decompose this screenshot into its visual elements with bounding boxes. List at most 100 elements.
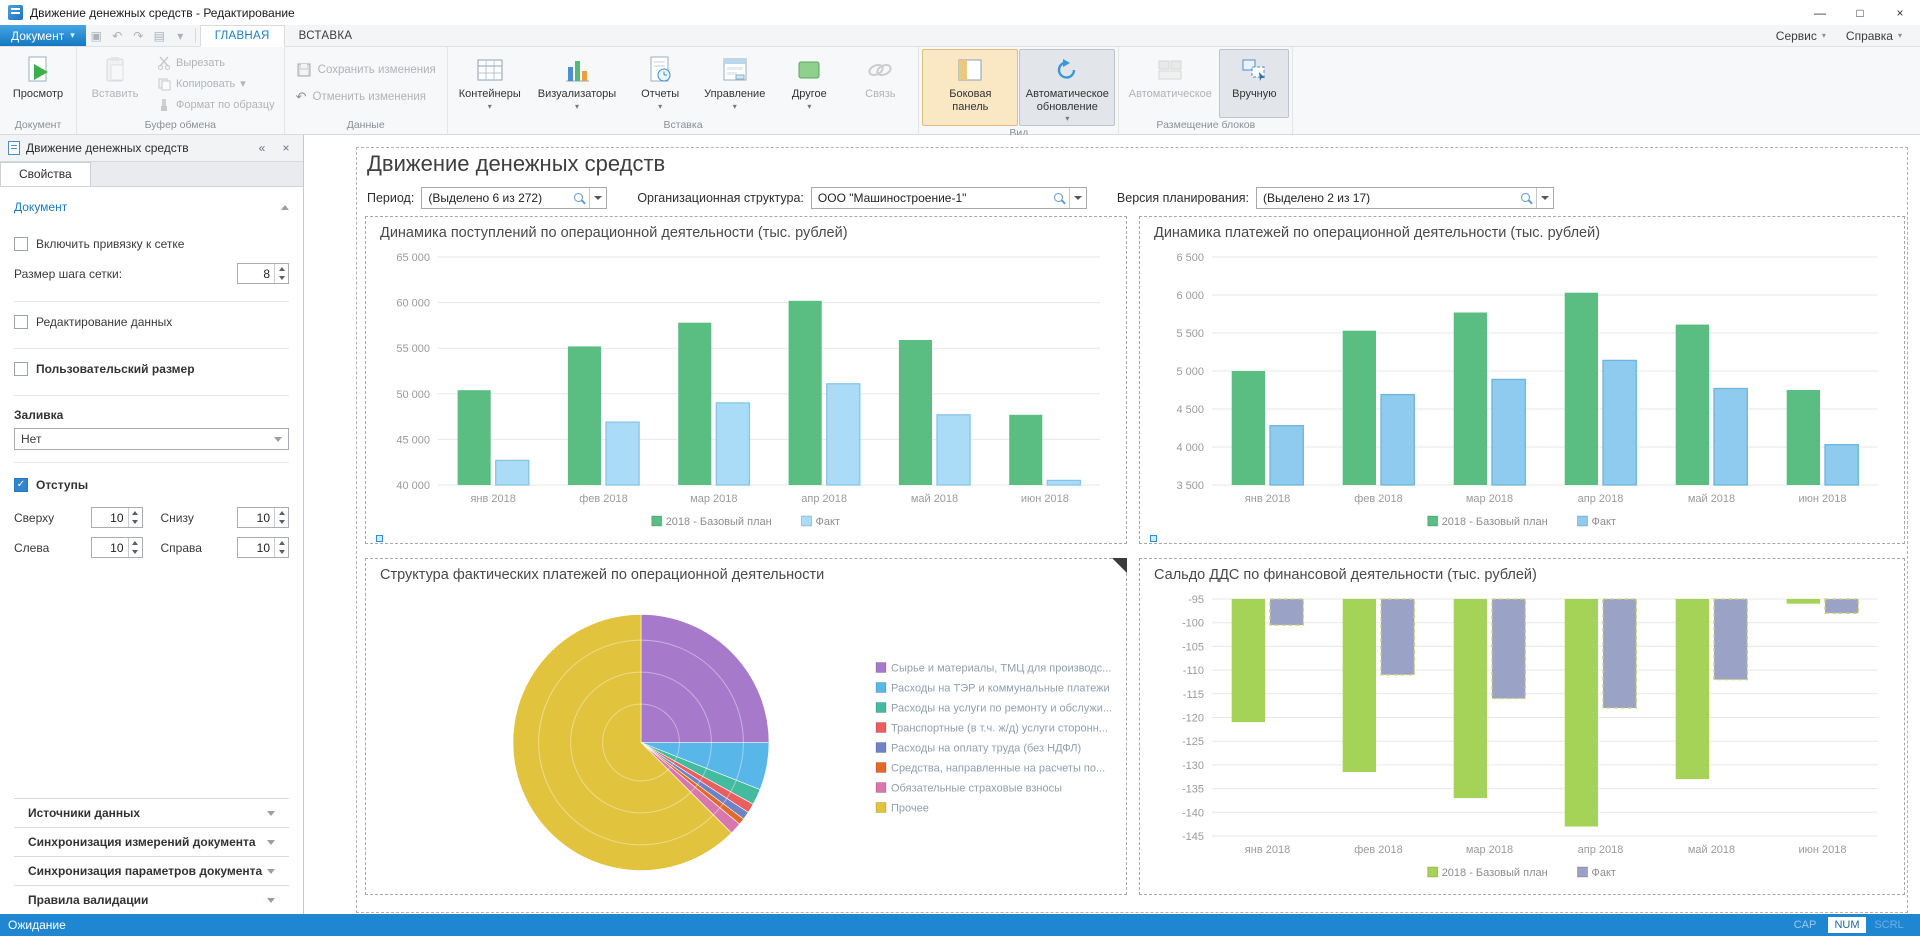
- custom-size-checkbox[interactable]: [14, 362, 28, 376]
- margins-checkbox[interactable]: ✓: [14, 478, 28, 492]
- chart-title: Сальдо ДДС по финансовой деятельности (т…: [1150, 565, 1894, 587]
- group-label: Данные: [288, 118, 444, 134]
- section-document-header[interactable]: Документ: [14, 191, 289, 224]
- margins-label: Отступы: [36, 478, 88, 492]
- org-structure-filter-combo[interactable]: ООО "Машиностроение-1": [811, 187, 1087, 209]
- margin-top-stepper[interactable]: 10: [91, 507, 143, 528]
- auto-layout-button[interactable]: Автоматическое: [1122, 49, 1218, 118]
- service-menu[interactable]: Сервис▾: [1776, 29, 1826, 43]
- visualizers-label: Визуализаторы: [538, 88, 616, 101]
- chevron-down-icon[interactable]: [589, 188, 606, 208]
- search-icon[interactable]: [1054, 193, 1063, 202]
- reports-label: Отчеты: [641, 88, 679, 101]
- quick-access-dropdown-icon[interactable]: ▾: [170, 25, 191, 46]
- other-block-icon: [793, 55, 825, 85]
- margin-top-label: Сверху: [14, 511, 54, 525]
- period-filter-combo[interactable]: (Выделено 6 из 272): [421, 187, 607, 209]
- paste-button[interactable]: Вставить: [80, 49, 150, 118]
- margins-section: ✓ Отступы Сверху 10 Снизу: [14, 463, 289, 570]
- side-panel-label: Боковая панель: [930, 88, 1010, 113]
- management-button[interactable]: Управление ▾: [696, 49, 773, 118]
- svg-text:-100: -100: [1182, 618, 1204, 630]
- reports-button[interactable]: Отчеты ▾: [625, 49, 695, 118]
- svg-text:июн 2018: июн 2018: [1021, 493, 1069, 505]
- margin-right-stepper[interactable]: 10: [237, 537, 289, 558]
- document-menu-button[interactable]: Документ ▾: [0, 25, 86, 46]
- selection-handle[interactable]: [1150, 535, 1157, 542]
- accordion-data-sources[interactable]: Источники данных: [14, 798, 289, 827]
- print-icon[interactable]: ▤: [149, 25, 170, 46]
- svg-text:-135: -135: [1182, 784, 1204, 796]
- chart-payments-structure[interactable]: Структура фактических платежей по операц…: [365, 558, 1127, 895]
- other-button[interactable]: Другое ▾: [774, 49, 844, 118]
- sidebar-accordions: Источники данных Синхронизация измерений…: [14, 798, 289, 914]
- chart-cash-balance[interactable]: Сальдо ДДС по финансовой деятельности (т…: [1139, 558, 1905, 895]
- collapse-panel-icon[interactable]: «: [253, 141, 271, 155]
- plan-version-filter-combo[interactable]: (Выделено 2 из 17): [1256, 187, 1554, 209]
- margin-bottom-stepper[interactable]: 10: [237, 507, 289, 528]
- selection-handle[interactable]: [376, 535, 383, 542]
- svg-text:Сырье и материалы, ТМЦ для про: Сырье и материалы, ТМЦ для производс...: [891, 663, 1111, 675]
- chart-title: Динамика поступлений по операционной дея…: [376, 223, 1116, 245]
- side-panel-toggle-button[interactable]: Боковая панель: [922, 49, 1018, 126]
- minimize-button[interactable]: —: [1800, 0, 1840, 25]
- undo-icon[interactable]: ↶: [107, 25, 128, 46]
- search-icon[interactable]: [1521, 193, 1530, 202]
- help-menu[interactable]: Справка▾: [1846, 29, 1902, 43]
- undo-changes-button[interactable]: ↶ Отменить изменения: [288, 85, 444, 109]
- ribbon-tab-row: Документ ▾ ▣ ↶ ↷ ▤ ▾ ГЛАВНАЯ ВСТАВКА Сер…: [0, 25, 1920, 47]
- tab-vstavka[interactable]: ВСТАВКА: [285, 25, 367, 46]
- save-quick-icon[interactable]: ▣: [86, 25, 107, 46]
- document-title: Движение денежных средств: [367, 151, 665, 177]
- auto-refresh-button[interactable]: Автоматическое обновление ▾: [1019, 49, 1115, 126]
- tab-glavnaya[interactable]: ГЛАВНАЯ: [200, 25, 285, 47]
- margin-left-stepper[interactable]: 10: [91, 537, 143, 558]
- chevron-down-icon: ▾: [488, 102, 492, 111]
- accordion-validation-rules[interactable]: Правила валидации: [14, 885, 289, 914]
- copy-button[interactable]: Копировать ▾: [151, 75, 281, 93]
- visualizers-button[interactable]: Визуализаторы ▾: [530, 49, 624, 118]
- grid-step-stepper[interactable]: 8: [237, 263, 289, 284]
- application-window: Движение денежных средств - Редактирован…: [0, 0, 1920, 936]
- custom-size-section: Пользовательский размер: [14, 349, 289, 396]
- chevron-down-icon: ▾: [807, 102, 811, 111]
- scissors-icon: [157, 56, 171, 70]
- chevron-down-icon[interactable]: [1536, 188, 1553, 208]
- close-button[interactable]: ×: [1880, 0, 1920, 25]
- svg-text:фев 2018: фев 2018: [579, 493, 628, 505]
- containers-button[interactable]: Контейнеры ▾: [451, 49, 529, 118]
- chart-title: Структура фактических платежей по операц…: [376, 565, 1116, 587]
- copy-label: Копировать: [176, 78, 235, 90]
- chevron-down-icon[interactable]: [1069, 188, 1086, 208]
- svg-text:2018 - Базовый план: 2018 - Базовый план: [1442, 867, 1548, 879]
- manual-layout-button[interactable]: Вручную: [1219, 49, 1289, 118]
- accordion-dimension-sync[interactable]: Синхронизация измерений документа: [14, 827, 289, 856]
- window-title: Движение денежных средств - Редактирован…: [30, 6, 295, 20]
- svg-text:мар 2018: мар 2018: [1466, 844, 1513, 856]
- format-painter-button[interactable]: Формат по образцу: [151, 96, 281, 114]
- maximize-button[interactable]: □: [1840, 0, 1880, 25]
- close-panel-icon[interactable]: ×: [277, 141, 295, 155]
- document-block[interactable]: Движение денежных средств Период: (Выдел…: [356, 147, 1908, 913]
- search-icon[interactable]: [574, 193, 583, 202]
- svg-text:-105: -105: [1182, 641, 1204, 653]
- ribbon-group-clipboard: Вставить Вырезать Копировать ▾ Формат по: [77, 47, 285, 134]
- svg-text:5 000: 5 000: [1176, 366, 1204, 378]
- data-editing-checkbox[interactable]: [14, 315, 28, 329]
- chart-receipts-dynamics[interactable]: Динамика поступлений по операционной дея…: [365, 216, 1127, 544]
- accordion-parameter-sync[interactable]: Синхронизация параметров документа: [14, 856, 289, 885]
- save-changes-button[interactable]: Сохранить изменения: [288, 58, 444, 82]
- snap-to-grid-checkbox[interactable]: [14, 237, 28, 251]
- chart-payments-dynamics[interactable]: Динамика платежей по операционной деятел…: [1139, 216, 1905, 544]
- cut-button[interactable]: Вырезать: [151, 54, 281, 72]
- link-button[interactable]: Связь: [845, 49, 915, 118]
- redo-icon[interactable]: ↷: [128, 25, 149, 46]
- svg-text:65 000: 65 000: [396, 252, 430, 264]
- status-text: Ожидание: [8, 918, 66, 932]
- fill-select[interactable]: Нет: [14, 428, 289, 450]
- svg-text:апр 2018: апр 2018: [801, 493, 847, 505]
- svg-text:2018 - Базовый план: 2018 - Базовый план: [666, 516, 772, 528]
- preview-button[interactable]: Просмотр: [3, 49, 73, 118]
- tab-properties[interactable]: Свойства: [0, 162, 91, 186]
- collapse-section-icon: [281, 205, 289, 210]
